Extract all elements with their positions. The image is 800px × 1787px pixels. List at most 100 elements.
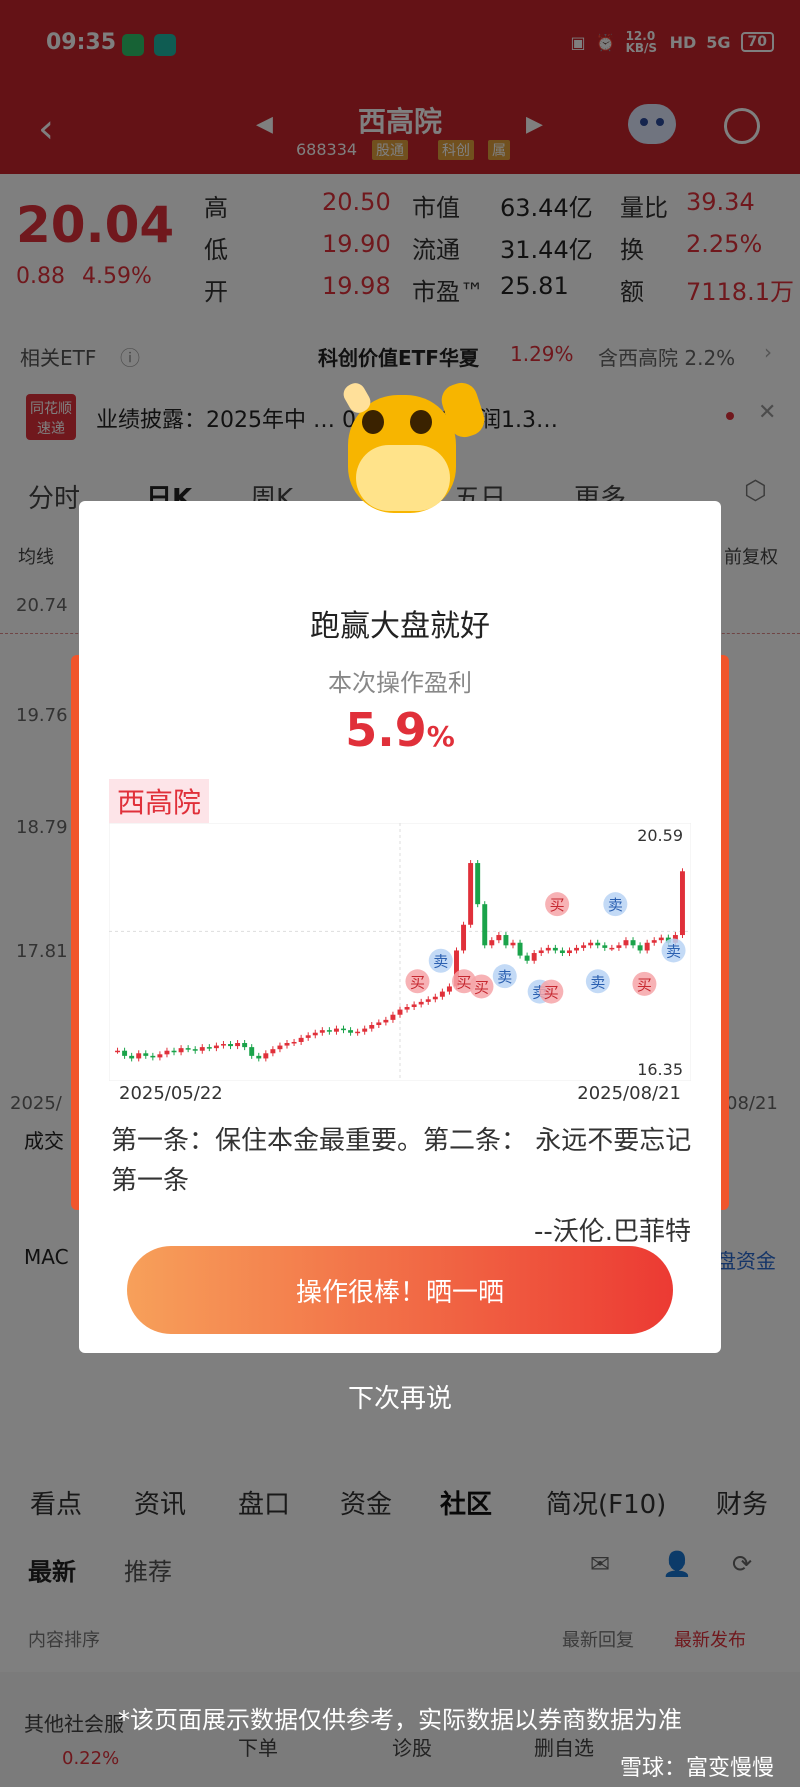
candle-body bbox=[482, 904, 488, 946]
profit-sign: % bbox=[426, 720, 455, 753]
dismiss-button[interactable]: 下次再说 bbox=[0, 1378, 800, 1415]
candle-body bbox=[376, 1022, 382, 1026]
candle-body bbox=[249, 1047, 255, 1056]
candle-body bbox=[157, 1054, 163, 1058]
candle-body bbox=[206, 1047, 212, 1049]
marker-label: 买 bbox=[544, 984, 559, 1002]
candle-body bbox=[341, 1028, 346, 1031]
candle-body bbox=[277, 1045, 283, 1050]
candle-body bbox=[439, 991, 445, 997]
watermark: 雪球：富变慢慢 bbox=[619, 1756, 774, 1781]
candle-body bbox=[305, 1035, 311, 1038]
candle-body bbox=[312, 1032, 318, 1036]
marker-label: 买 bbox=[410, 973, 425, 991]
modal-subtitle: 本次操作盈利 bbox=[328, 669, 472, 697]
share-button[interactable]: 操作很棒！晒一晒 bbox=[127, 1246, 673, 1334]
candle-body bbox=[291, 1041, 297, 1044]
candle-body bbox=[517, 942, 523, 956]
trade-kline-chart: 买卖卖卖买买买买卖卖买卖20.5916.35 bbox=[109, 823, 691, 1081]
candle-body bbox=[461, 924, 467, 951]
candle-body bbox=[411, 1004, 417, 1008]
candle-body bbox=[199, 1047, 205, 1051]
buffett-quote: 第一条：保住本金最重要。第二条： 永远不要忘记第一条 bbox=[111, 1126, 692, 1196]
candle-body bbox=[397, 1009, 403, 1015]
candle-body bbox=[192, 1049, 198, 1051]
candle-body bbox=[369, 1025, 375, 1029]
disclaimer-text: *该页面展示数据仅供参考，实际数据以券商数据为准 bbox=[118, 1706, 682, 1734]
candle-body bbox=[595, 942, 601, 946]
candle-body bbox=[298, 1037, 304, 1042]
cow-eye-left bbox=[362, 410, 384, 434]
candle-body bbox=[213, 1045, 219, 1049]
candle-body bbox=[129, 1055, 135, 1059]
candle-body bbox=[609, 947, 615, 950]
candle-body bbox=[581, 945, 587, 948]
candle-body bbox=[644, 942, 650, 951]
candle-body bbox=[559, 950, 565, 954]
marker-label: 买 bbox=[457, 973, 472, 991]
chart-stock-name: 西高院 bbox=[109, 779, 210, 823]
candle-body bbox=[164, 1050, 170, 1055]
candle-body bbox=[326, 1030, 332, 1032]
chart-high-label: 20.59 bbox=[637, 826, 683, 845]
candle-body bbox=[143, 1053, 149, 1056]
candle-body bbox=[637, 945, 643, 951]
profit-share-modal: 跑赢大盘就好 本次操作盈利 5.9% 西高院 买卖卖卖买买买买卖卖买卖20.59… bbox=[79, 501, 721, 1353]
candle-body bbox=[418, 1001, 424, 1005]
candle-body bbox=[503, 935, 509, 946]
chart-date-end: 2025/08/21 bbox=[577, 1083, 681, 1104]
candle-body bbox=[552, 947, 558, 951]
candle-body bbox=[256, 1055, 262, 1059]
candle-body bbox=[333, 1028, 339, 1032]
candle-body bbox=[242, 1043, 248, 1048]
marker-label: 卖 bbox=[666, 942, 681, 960]
candle-body bbox=[235, 1043, 241, 1047]
candle-body bbox=[425, 999, 431, 1002]
candle-body bbox=[567, 950, 572, 954]
marker-label: 卖 bbox=[590, 973, 605, 991]
candle-body bbox=[362, 1028, 368, 1032]
candle-body bbox=[319, 1030, 325, 1033]
candle-body bbox=[122, 1050, 128, 1056]
candle-body bbox=[616, 945, 622, 948]
candle-body bbox=[602, 945, 608, 948]
candle-body bbox=[545, 947, 551, 951]
candle-body bbox=[651, 940, 657, 943]
candle-body bbox=[404, 1007, 410, 1010]
modal-title: 跑赢大盘就好 bbox=[310, 609, 490, 644]
marker-label: 买 bbox=[474, 978, 489, 996]
candle-body bbox=[623, 940, 629, 946]
candle-body bbox=[284, 1043, 290, 1046]
marker-label: 卖 bbox=[433, 953, 448, 971]
candle-body bbox=[475, 863, 481, 905]
candle-body bbox=[185, 1048, 191, 1050]
candle-body bbox=[355, 1031, 361, 1034]
chart-date-start: 2025/05/22 bbox=[119, 1083, 223, 1104]
candle-body bbox=[136, 1053, 142, 1059]
cow-eye-right bbox=[410, 410, 432, 434]
chart-low-label: 16.35 bbox=[637, 1060, 683, 1079]
candle-body bbox=[446, 986, 452, 992]
marker-label: 卖 bbox=[497, 968, 512, 986]
candle-body bbox=[658, 937, 664, 941]
marker-label: 买 bbox=[550, 896, 565, 914]
candle-body bbox=[220, 1044, 226, 1046]
quote-author: --沃伦.巴菲特 bbox=[533, 1217, 691, 1247]
candle-body bbox=[171, 1050, 177, 1053]
profit-percent: 5.9% bbox=[79, 703, 721, 757]
cow-snout bbox=[356, 445, 450, 511]
candle-body bbox=[383, 1019, 389, 1023]
profit-value: 5.9 bbox=[345, 703, 427, 757]
candle-body bbox=[150, 1055, 156, 1058]
candle-body bbox=[263, 1053, 269, 1059]
candle-body bbox=[390, 1014, 396, 1020]
candle-body bbox=[228, 1044, 233, 1047]
candle-body bbox=[538, 950, 544, 954]
marker-label: 卖 bbox=[608, 896, 623, 914]
candle-body bbox=[489, 940, 495, 946]
candle-body bbox=[178, 1048, 184, 1053]
candle-body bbox=[630, 940, 636, 946]
candle-body bbox=[348, 1030, 354, 1033]
candle-body bbox=[531, 953, 537, 961]
candle-body bbox=[115, 1050, 121, 1053]
